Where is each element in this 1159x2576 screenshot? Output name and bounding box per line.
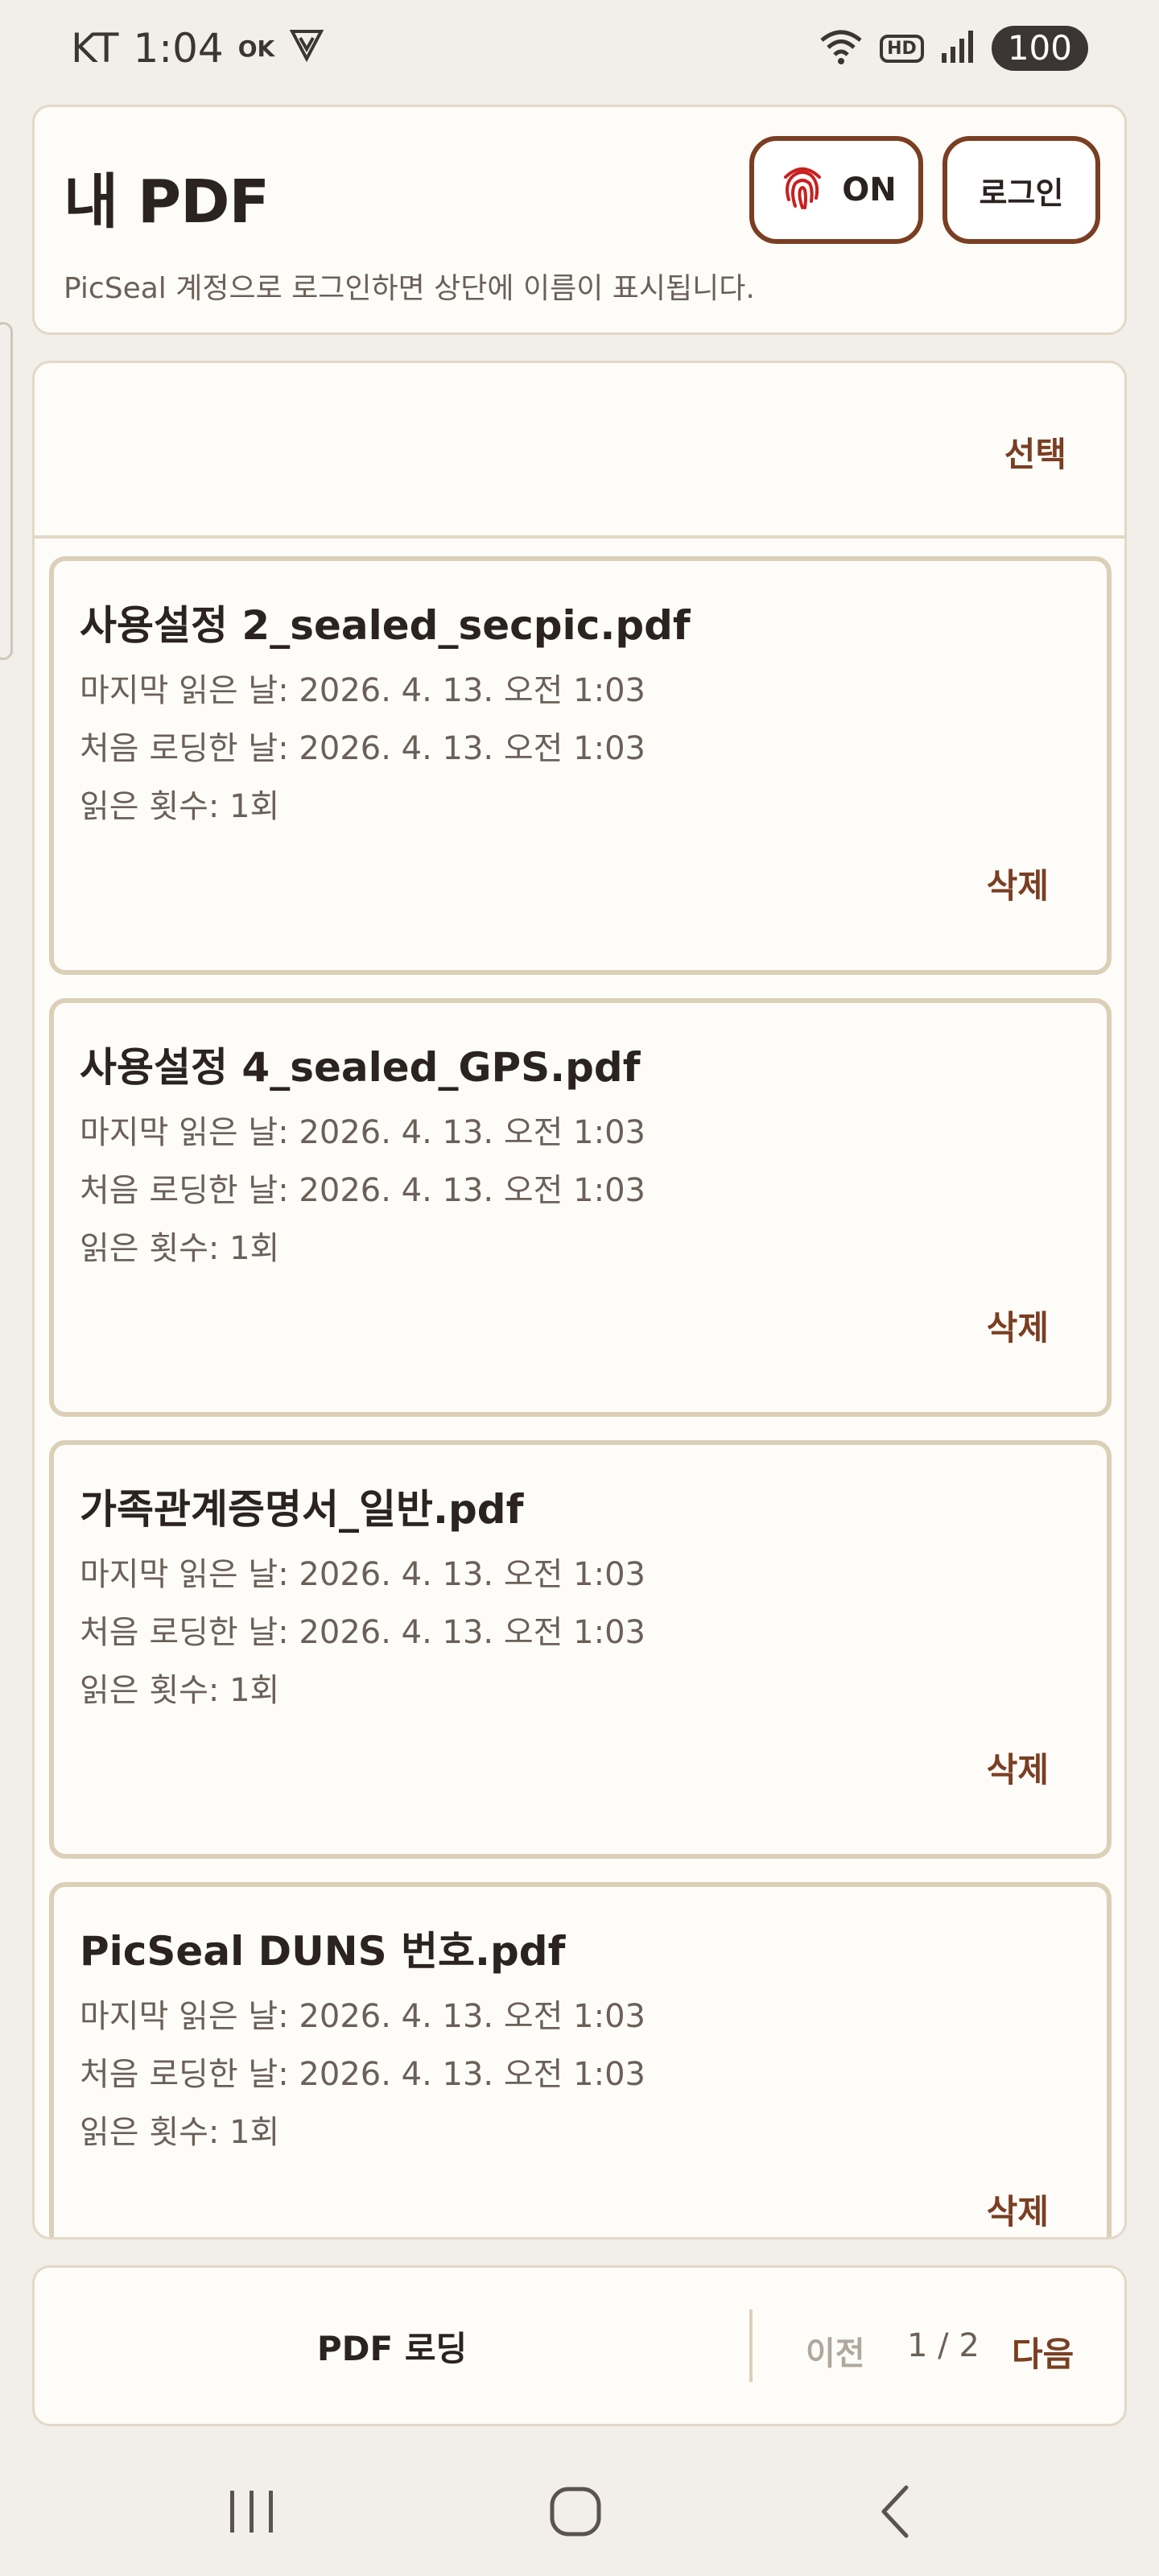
read-count: 읽은 횟수: 1회 <box>80 1672 280 1709</box>
last-read-date: 마지막 읽은 날: 2026. 4. 13. 오전 1:03 <box>80 1556 645 1593</box>
delete-button[interactable]: 삭제 <box>987 2185 1049 2234</box>
page-title: 내 PDF <box>64 167 270 237</box>
signal-icon <box>940 29 975 68</box>
back-icon[interactable] <box>861 2479 934 2544</box>
delete-button[interactable]: 삭제 <box>987 1301 1049 1350</box>
file-card[interactable]: 사용설정 2_sealed_secpic.pdf 마지막 읽은 날: 2026.… <box>49 556 1112 975</box>
shield-v-icon <box>289 25 324 72</box>
login-button[interactable]: 로그인 <box>942 136 1100 244</box>
edge-panel-handle[interactable] <box>0 322 13 660</box>
first-loaded-date: 처음 로딩한 날: 2026. 4. 13. 오전 1:03 <box>80 1614 645 1651</box>
fingerprint-toggle-label: ON <box>842 171 897 208</box>
last-read-date: 마지막 읽은 날: 2026. 4. 13. 오전 1:03 <box>80 672 645 709</box>
login-hint-text: PicSeal 계정으로 로그인하면 상단에 이름이 표시됩니다. <box>64 272 755 305</box>
carrier-label: KT <box>71 25 119 72</box>
read-count: 읽은 횟수: 1회 <box>80 1230 280 1267</box>
file-card[interactable]: 가족관계증명서_일반.pdf 마지막 읽은 날: 2026. 4. 13. 오전… <box>49 1440 1112 1859</box>
file-name: 가족관계증명서_일반.pdf <box>80 1486 524 1533</box>
read-count: 읽은 횟수: 1회 <box>80 788 280 825</box>
delete-button[interactable]: 삭제 <box>987 859 1049 908</box>
ok-status-icon: OK <box>237 35 275 62</box>
last-read-date: 마지막 읽은 날: 2026. 4. 13. 오전 1:03 <box>80 1114 645 1151</box>
wifi-icon <box>819 27 864 69</box>
home-icon[interactable] <box>539 2479 612 2544</box>
first-loaded-date: 처음 로딩한 날: 2026. 4. 13. 오전 1:03 <box>80 730 645 767</box>
pdf-list-panel: 선택 사용설정 2_sealed_secpic.pdf 마지막 읽은 날: 20… <box>32 361 1127 2240</box>
fingerprint-icon <box>776 159 829 221</box>
system-nav-bar <box>0 2447 1159 2576</box>
delete-button[interactable]: 삭제 <box>987 1743 1049 1792</box>
next-page-button[interactable]: 다음 <box>1012 2327 1074 2376</box>
fingerprint-lock-toggle[interactable]: ON <box>749 136 923 244</box>
hd-voice-icon: HD <box>880 34 924 63</box>
clock: 1:04 <box>133 25 224 72</box>
list-toolbar: 선택 <box>35 363 1124 539</box>
page-indicator: 1 / 2 <box>907 2327 980 2364</box>
file-card[interactable]: PicSeal DUNS 번호.pdf 마지막 읽은 날: 2026. 4. 1… <box>49 1882 1112 2237</box>
status-bar: KT 1:04 OK HD 100 <box>0 0 1159 97</box>
battery-icon: 100 <box>991 26 1088 71</box>
file-name: 사용설정 2_sealed_secpic.pdf <box>80 602 691 649</box>
file-name: 사용설정 4_sealed_GPS.pdf <box>80 1044 641 1091</box>
header-card: 내 PDF ON 로그인 PicSeal 계정으로 로그인하면 상단에 이름이 … <box>32 105 1127 335</box>
load-pdf-button[interactable]: PDF 로딩 <box>35 2268 749 2424</box>
file-card[interactable]: 사용설정 4_sealed_GPS.pdf 마지막 읽은 날: 2026. 4.… <box>49 998 1112 1417</box>
status-left: KT 1:04 OK <box>71 25 324 72</box>
first-loaded-date: 처음 로딩한 날: 2026. 4. 13. 오전 1:03 <box>80 1172 645 1209</box>
divider <box>749 2310 753 2382</box>
select-button[interactable]: 선택 <box>1004 427 1066 477</box>
bottom-bar: PDF 로딩 이전 1 / 2 다음 <box>32 2265 1127 2426</box>
first-loaded-date: 처음 로딩한 날: 2026. 4. 13. 오전 1:03 <box>80 2056 645 2093</box>
file-name: PicSeal DUNS 번호.pdf <box>80 1928 566 1975</box>
prev-page-button[interactable]: 이전 <box>806 2327 865 2374</box>
last-read-date: 마지막 읽은 날: 2026. 4. 13. 오전 1:03 <box>80 1998 645 2035</box>
read-count: 읽은 횟수: 1회 <box>80 2114 280 2151</box>
recents-icon[interactable] <box>216 2479 288 2544</box>
status-right: HD 100 <box>819 26 1088 71</box>
